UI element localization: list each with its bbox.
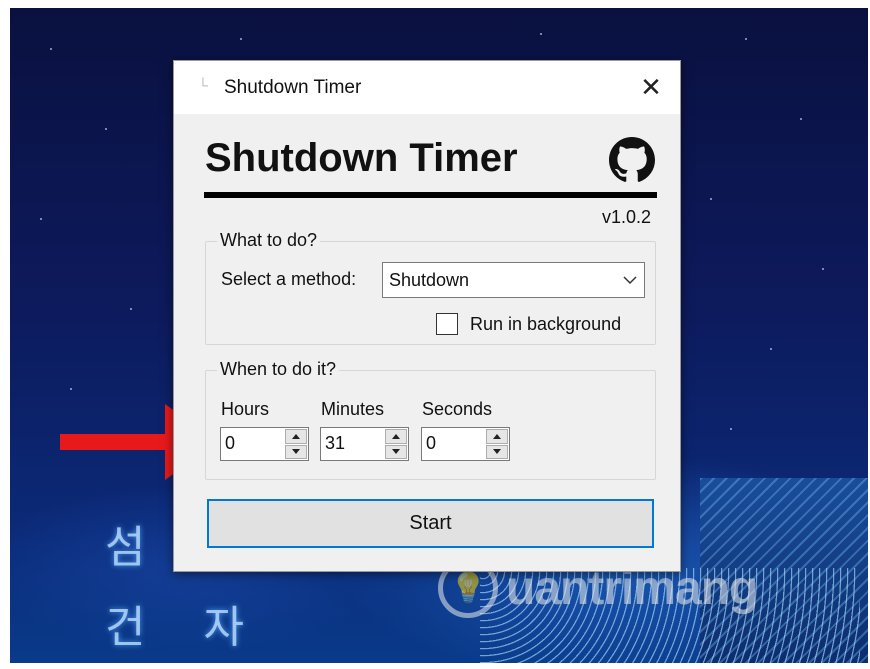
minutes-value[interactable]: 31 xyxy=(325,433,345,454)
github-icon[interactable] xyxy=(609,137,655,183)
minutes-label: Minutes xyxy=(321,399,385,419)
background-speck xyxy=(730,428,732,430)
window-title: Shutdown Timer xyxy=(224,77,362,98)
hours-decrement-button[interactable] xyxy=(285,444,307,459)
app-icon: └ xyxy=(198,77,208,93)
up-arrow-icon xyxy=(392,433,400,439)
start-button[interactable]: Start xyxy=(207,499,654,548)
minutes-decrement-button[interactable] xyxy=(385,444,407,459)
up-arrow-icon xyxy=(292,433,300,439)
app-heading: Shutdown Timer xyxy=(205,136,518,180)
seconds-spinner[interactable]: 0 xyxy=(421,427,510,461)
close-button[interactable]: ✕ xyxy=(622,61,680,114)
hours-spin-buttons xyxy=(285,429,307,459)
hours-value[interactable]: 0 xyxy=(225,433,235,454)
background-speck xyxy=(822,268,824,270)
seconds-decrement-button[interactable] xyxy=(486,444,508,459)
shutdown-timer-window: └ Shutdown Timer ✕ Shutdown Timer v1.0.2… xyxy=(173,60,681,572)
background-speck xyxy=(540,33,542,35)
background-speck xyxy=(800,118,802,120)
minutes-spinner[interactable]: 31 xyxy=(320,427,409,461)
background-speck xyxy=(770,348,772,350)
heading-divider xyxy=(204,192,657,198)
run-in-background-checkbox[interactable] xyxy=(436,313,458,335)
down-arrow-icon xyxy=(493,449,501,455)
seconds-value[interactable]: 0 xyxy=(426,433,436,454)
method-dropdown[interactable]: Shutdown xyxy=(382,262,645,298)
method-dropdown-value: Shutdown xyxy=(389,269,470,290)
seconds-spin-buttons xyxy=(486,429,508,459)
up-arrow-icon xyxy=(493,433,501,439)
what-to-do-legend: What to do? xyxy=(217,230,321,251)
minutes-increment-button[interactable] xyxy=(385,429,407,444)
background-speck xyxy=(710,198,712,200)
method-label: Select a method: xyxy=(221,269,357,289)
background-speck xyxy=(40,218,42,220)
background-speck xyxy=(50,48,52,50)
hours-label: Hours xyxy=(221,399,270,419)
run-in-background-label[interactable]: Run in background xyxy=(470,314,621,335)
chevron-down-icon xyxy=(616,275,644,285)
close-icon: ✕ xyxy=(640,72,662,102)
start-button-label: Start xyxy=(409,512,452,534)
when-to-do-it-legend: When to do it? xyxy=(217,359,340,380)
minutes-spin-buttons xyxy=(385,429,407,459)
background-speck xyxy=(130,308,132,310)
down-arrow-icon xyxy=(392,449,400,455)
hours-increment-button[interactable] xyxy=(285,429,307,444)
background-speck xyxy=(745,38,747,40)
background-speck xyxy=(240,38,242,40)
background-speck xyxy=(105,128,107,130)
background-speck xyxy=(70,388,72,390)
down-arrow-icon xyxy=(292,449,300,455)
hours-spinner[interactable]: 0 xyxy=(220,427,309,461)
seconds-increment-button[interactable] xyxy=(486,429,508,444)
when-to-do-it-group xyxy=(205,370,656,480)
seconds-label: Seconds xyxy=(422,399,493,419)
version-label: v1.0.2 xyxy=(601,207,651,227)
title-bar[interactable]: └ Shutdown Timer ✕ xyxy=(174,61,680,114)
